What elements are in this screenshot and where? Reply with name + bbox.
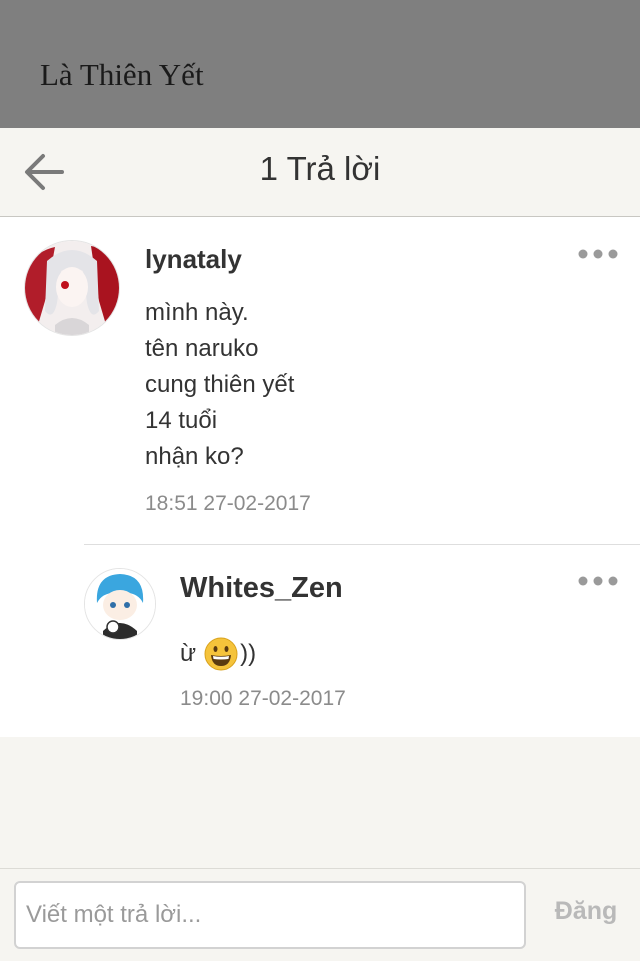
comment-text-line: ừ )) xyxy=(180,637,256,671)
comment-timestamp: 19:00 27-02-2017 xyxy=(180,687,346,710)
comment-text: )) xyxy=(240,640,257,667)
grinning-face-icon xyxy=(204,637,238,671)
comment-text-line: tên naruko xyxy=(145,335,259,362)
anime-avatar-image xyxy=(25,241,119,335)
comment-username[interactable]: lynataly xyxy=(145,244,242,275)
comment-text-line: 14 tuổi xyxy=(145,407,218,434)
comment-text-line: mình này. xyxy=(145,299,249,326)
nav-bar: 1 Trả lời xyxy=(0,128,640,217)
more-dots-icon xyxy=(578,249,618,259)
comment-text-line: nhận ko? xyxy=(145,443,244,470)
reply-input[interactable] xyxy=(14,881,526,949)
post-button[interactable]: Đăng xyxy=(540,897,632,933)
story-title: Là Thiên Yết xyxy=(40,57,204,92)
reply-bar: Đăng xyxy=(0,868,640,961)
more-dots-icon xyxy=(578,576,618,586)
more-options-button[interactable] xyxy=(576,566,620,596)
comment-username[interactable]: Whites_Zen xyxy=(180,572,343,605)
comment-thread: lynataly mình này. tên naruko cung thiên… xyxy=(0,217,640,737)
avatar[interactable] xyxy=(24,240,120,336)
comment-text-line: cung thiên yết xyxy=(145,371,295,398)
page-title: 1 Trả lời xyxy=(259,150,381,187)
more-options-button[interactable] xyxy=(576,239,620,269)
divider xyxy=(84,544,640,545)
comment-text: ừ xyxy=(180,640,197,667)
comment-timestamp: 18:51 27-02-2017 xyxy=(145,492,311,515)
chibi-avatar-image xyxy=(85,569,155,639)
story-header: Là Thiên Yết xyxy=(0,0,640,128)
avatar[interactable] xyxy=(84,568,156,640)
